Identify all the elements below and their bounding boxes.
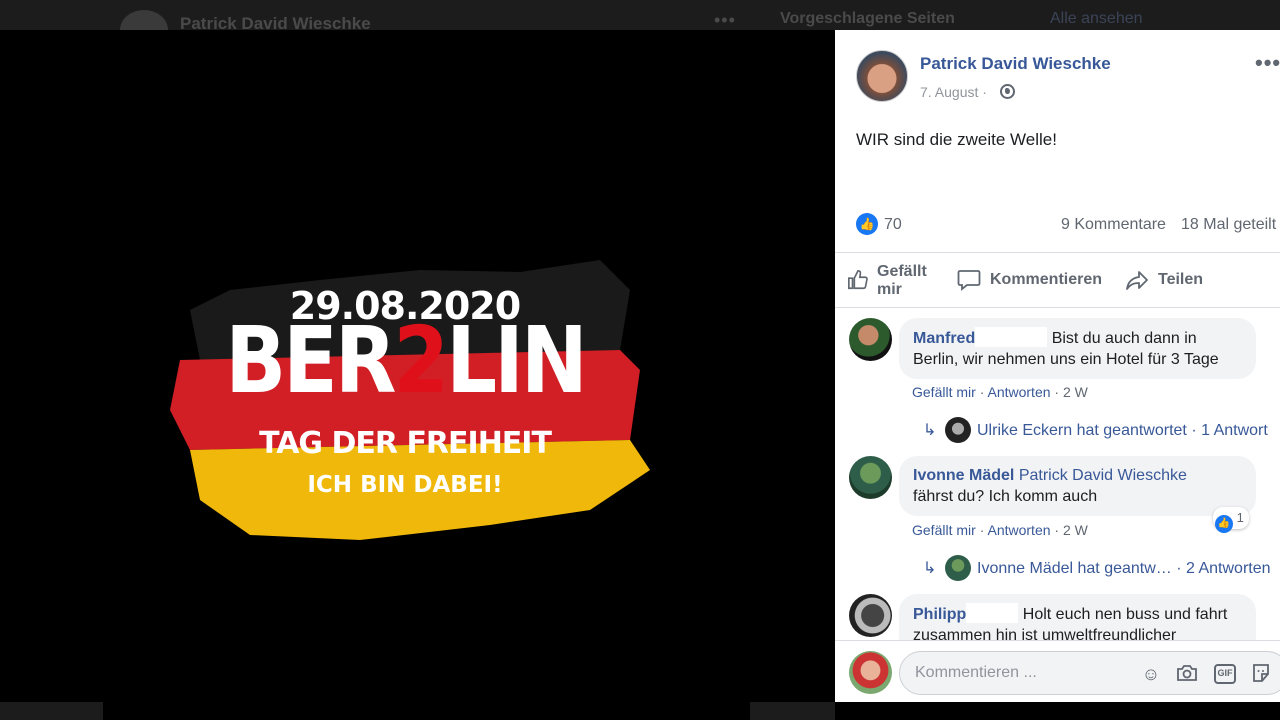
commenter-avatar[interactable] (849, 594, 892, 637)
comment-meta-separator: · (1054, 522, 1060, 538)
like-reaction-icon: 👍 (1215, 515, 1233, 533)
comment-meta: Gefällt mir · Antworten · 2 W (912, 384, 1088, 400)
reply-arrow-icon: ↳ (923, 560, 937, 577)
post-date-text: 7. August (920, 84, 979, 100)
comment-age[interactable]: 2 W (1063, 522, 1088, 538)
poster-title-part-1: BER (225, 307, 396, 414)
photo-viewer[interactable]: 29.08.2020 BER2LIN TAG DER FREIHEIT ICH … (0, 30, 835, 702)
view-replies-link[interactable]: ↳ Ulrike Eckern hat geantwortet · 1 Antwo… (923, 417, 1268, 443)
comment-composer: Kommentieren ... ☺ GIF (835, 640, 1280, 702)
comment-icon (957, 270, 981, 291)
emoji-icon[interactable]: ☺ (1140, 663, 1162, 685)
view-replies-link[interactable]: ↳ Ivonne Mädel hat geantw… · 2 Antworten (923, 555, 1271, 581)
comment-like-link[interactable]: Gefällt mir (912, 384, 976, 400)
comment-text: fährst du? Ich komm auch (913, 488, 1098, 505)
comment-meta: Gefällt mir · Antworten · 2 W (912, 522, 1088, 538)
background-strip-right (750, 702, 835, 720)
commenter-avatar[interactable] (849, 318, 892, 361)
reply-summary: Ulrike Eckern hat geantwortet (977, 422, 1187, 439)
post-actions: Gefällt mir Kommentieren Teilen (835, 252, 1280, 308)
comment-reaction-count: 1 (1236, 510, 1244, 525)
camera-icon[interactable] (1176, 663, 1198, 685)
author-avatar[interactable] (856, 50, 908, 102)
redacted-block (975, 327, 1048, 347)
background-header: Patrick David Wieschke ••• Vorgeschlagen… (0, 0, 1280, 50)
comment-reply-link[interactable]: Antworten (987, 522, 1050, 538)
commenter-name[interactable]: Ivonne Mädel (913, 467, 1014, 484)
comment-button-label: Kommentieren (990, 271, 1103, 288)
background-more-icon: ••• (714, 10, 736, 30)
comment-reply-link[interactable]: Antworten (987, 384, 1050, 400)
reply-summary: Ivonne Mädel hat geantw… (977, 560, 1172, 577)
author-name-link[interactable]: Patrick David Wieschke (920, 54, 1111, 74)
comment-input-placeholder: Kommentieren ... (915, 664, 1037, 681)
poster-title-part-3: LIN (446, 307, 588, 414)
reply-arrow-icon: ↳ (923, 422, 937, 439)
background-suggested-pages: Vorgeschlagene Seiten (780, 10, 955, 27)
comments-count-link[interactable]: 9 Kommentare (1061, 216, 1166, 234)
post-date-link[interactable]: 7. August · (920, 84, 987, 100)
comment-bubble: Manfred Bist du auch dann in Berlin, wir… (899, 318, 1256, 379)
comment-meta-separator: · (979, 384, 985, 400)
comment-like-link[interactable]: Gefällt mir (912, 522, 976, 538)
comment-bubble: Ivonne Mädel Patrick David Wieschke fähr… (899, 456, 1256, 516)
background-footer (0, 702, 835, 720)
poster-title: BER2LIN (160, 307, 650, 414)
sticker-icon[interactable] (1250, 663, 1272, 685)
gif-icon[interactable]: GIF (1214, 664, 1236, 684)
poster-tagline: TAG DER FREIHEIT (259, 426, 552, 461)
poster-subline: ICH BIN DABEI! (307, 472, 503, 498)
tagged-user-link[interactable]: Patrick David Wieschke (1019, 467, 1187, 484)
redacted-block (966, 603, 1019, 623)
background-see-all-link: Alle ansehen (1050, 10, 1143, 27)
comment-age[interactable]: 2 W (1063, 384, 1088, 400)
background-strip-left (0, 702, 103, 720)
current-user-avatar (849, 651, 892, 694)
globe-icon (1000, 84, 1015, 99)
reply-avatar (945, 417, 971, 443)
post-stats: 👍 70 9 Kommentare 18 Mal geteilt (835, 208, 1280, 242)
comment-meta-separator: · (1054, 384, 1060, 400)
reply-count: · 1 Antwort (1191, 422, 1268, 439)
post-header: Patrick David Wieschke 7. August · ••• (835, 30, 1280, 110)
reply-avatar (945, 555, 971, 581)
post-panel: Patrick David Wieschke 7. August · ••• W… (835, 30, 1280, 702)
like-reaction-icon[interactable]: 👍 (856, 213, 878, 235)
commenter-name[interactable]: Philipp (913, 606, 966, 623)
shares-count-link[interactable]: 18 Mal geteilt (1181, 216, 1276, 234)
post-text: WIR sind die zweite Welle! (856, 130, 1057, 149)
comment-meta-separator: · (979, 522, 985, 538)
more-options-icon[interactable]: ••• (1255, 50, 1280, 76)
like-count[interactable]: 70 (884, 216, 902, 234)
poster-title-part-2: 2 (393, 307, 449, 414)
comment-input[interactable]: Kommentieren ... ☺ GIF (899, 651, 1280, 695)
commenter-avatar[interactable] (849, 456, 892, 499)
thumbs-up-icon (848, 270, 868, 290)
like-button-label: Gefällt mir (877, 263, 927, 298)
comment-reactions[interactable]: 👍 1 (1213, 507, 1249, 533)
share-button-label: Teilen (1158, 271, 1204, 288)
commenter-name[interactable]: Manfred (913, 330, 975, 347)
reply-count: · 2 Antworten (1176, 560, 1271, 577)
share-icon (1126, 271, 1148, 290)
post-date-separator: · (982, 84, 987, 100)
